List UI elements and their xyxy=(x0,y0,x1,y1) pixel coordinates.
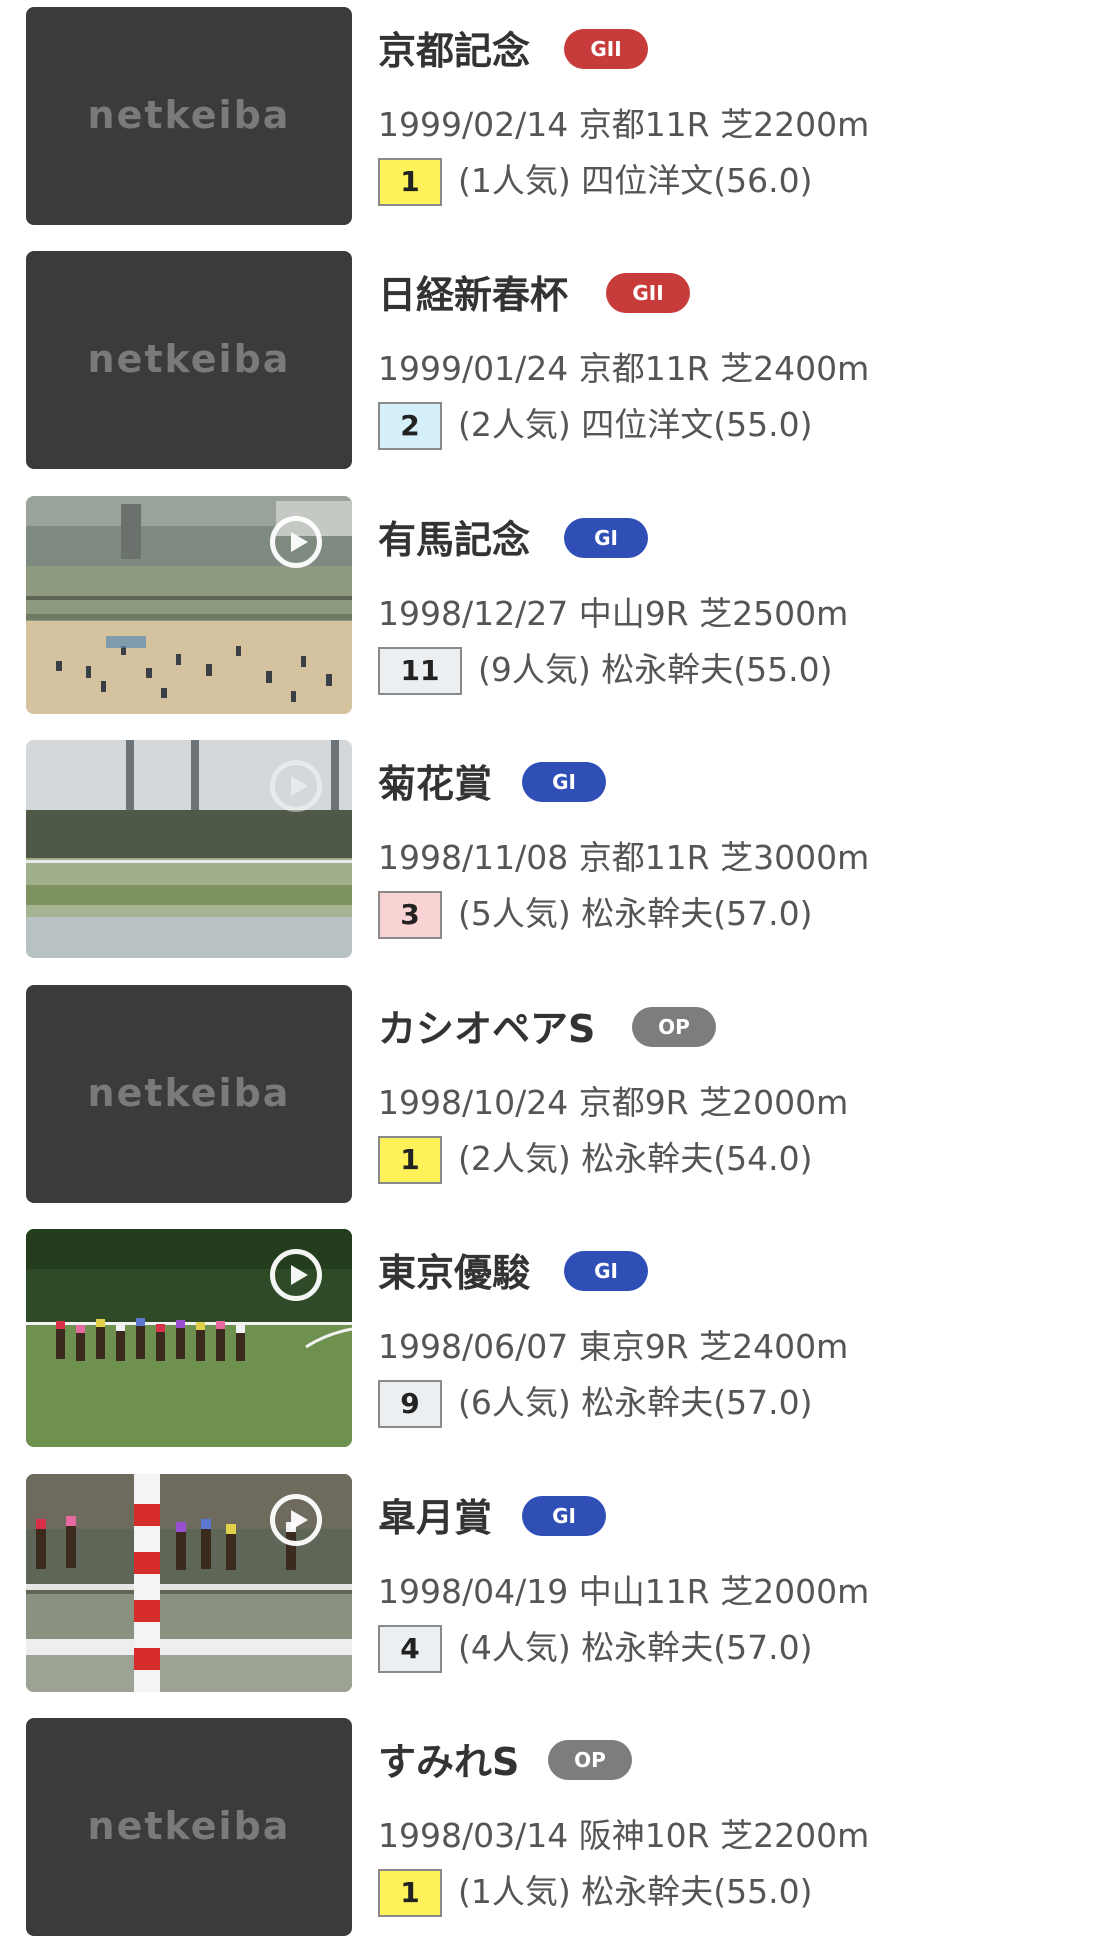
race-list-item[interactable]: 菊花賞 GI 1998/11/08 京都11R 芝3000m 3 (5人気) 松… xyxy=(0,740,1096,960)
grade-badge: GII xyxy=(606,273,690,313)
grade-badge: OP xyxy=(632,1007,716,1047)
race-history-list: netkeiba 京都記念 GII 1999/02/14 京都11R 芝2200… xyxy=(0,0,1096,1948)
race-name[interactable]: すみれS xyxy=(378,1738,519,1786)
race-thumbnail[interactable]: netkeiba xyxy=(26,1718,352,1936)
race-date-course: 1998/10/24 京都9R 芝2000m xyxy=(378,1083,849,1122)
grade-badge: GII xyxy=(564,29,648,69)
play-icon[interactable] xyxy=(270,1249,322,1301)
grade-badge: GI xyxy=(522,1496,606,1536)
race-date-course: 1998/12/27 中山9R 芝2500m xyxy=(378,594,849,633)
race-list-item[interactable]: netkeiba 日経新春杯 GII 1999/01/24 京都11R 芝240… xyxy=(0,251,1096,471)
grade-badge: GI xyxy=(522,762,606,802)
popularity-jockey-weight: (9人気) 松永幹夫(55.0) xyxy=(478,650,833,689)
netkeiba-logo: netkeiba xyxy=(87,93,291,137)
finish-position: 1 xyxy=(378,1136,442,1184)
play-icon[interactable] xyxy=(270,1494,322,1546)
netkeiba-logo: netkeiba xyxy=(87,337,291,381)
popularity-jockey-weight: (2人気) 松永幹夫(54.0) xyxy=(458,1139,813,1178)
race-date-course: 1998/06/07 東京9R 芝2400m xyxy=(378,1327,849,1366)
grade-badge: GI xyxy=(564,518,648,558)
race-date-course: 1999/02/14 京都11R 芝2200m xyxy=(378,105,870,144)
race-date-course: 1998/03/14 阪神10R 芝2200m xyxy=(378,1816,870,1855)
popularity-jockey-weight: (1人気) 松永幹夫(55.0) xyxy=(458,1872,813,1911)
race-video-thumbnail[interactable] xyxy=(26,1474,352,1692)
race-list-item[interactable]: 皐月賞 GI 1998/04/19 中山11R 芝2000m 4 (4人気) 松… xyxy=(0,1474,1096,1694)
race-name[interactable]: 京都記念 xyxy=(378,27,530,75)
race-name[interactable]: 皐月賞 xyxy=(378,1494,492,1542)
finish-position: 3 xyxy=(378,891,442,939)
race-date-course: 1998/11/08 京都11R 芝3000m xyxy=(378,838,870,877)
popularity-jockey-weight: (5人気) 松永幹夫(57.0) xyxy=(458,894,813,933)
popularity-jockey-weight: (2人気) 四位洋文(55.0) xyxy=(458,405,813,444)
netkeiba-logo: netkeiba xyxy=(87,1804,291,1848)
finish-position: 11 xyxy=(378,647,462,695)
race-thumbnail[interactable]: netkeiba xyxy=(26,7,352,225)
popularity-jockey-weight: (4人気) 松永幹夫(57.0) xyxy=(458,1628,813,1667)
race-list-item[interactable]: 東京優駿 GI 1998/06/07 東京9R 芝2400m 9 (6人気) 松… xyxy=(0,1229,1096,1449)
race-list-item[interactable]: netkeiba 京都記念 GII 1999/02/14 京都11R 芝2200… xyxy=(0,7,1096,227)
finish-position: 1 xyxy=(378,158,442,206)
race-list-item[interactable]: netkeiba すみれS OP 1998/03/14 阪神10R 芝2200m… xyxy=(0,1718,1096,1938)
race-video-thumbnail[interactable] xyxy=(26,1229,352,1447)
finish-position: 2 xyxy=(378,402,442,450)
netkeiba-logo: netkeiba xyxy=(87,1071,291,1115)
race-name[interactable]: 東京優駿 xyxy=(378,1249,530,1297)
race-name[interactable]: 菊花賞 xyxy=(378,760,492,808)
race-name[interactable]: 日経新春杯 xyxy=(378,271,568,319)
race-date-course: 1999/01/24 京都11R 芝2400m xyxy=(378,349,870,388)
race-thumbnail[interactable]: netkeiba xyxy=(26,985,352,1203)
finish-position: 1 xyxy=(378,1869,442,1917)
race-name[interactable]: 有馬記念 xyxy=(378,516,530,564)
race-date-course: 1998/04/19 中山11R 芝2000m xyxy=(378,1572,870,1611)
popularity-jockey-weight: (1人気) 四位洋文(56.0) xyxy=(458,161,813,200)
race-thumbnail[interactable]: netkeiba xyxy=(26,251,352,469)
race-video-thumbnail[interactable] xyxy=(26,496,352,714)
play-icon[interactable] xyxy=(270,516,322,568)
race-list-item[interactable]: 有馬記念 GI 1998/12/27 中山9R 芝2500m 11 (9人気) … xyxy=(0,496,1096,716)
finish-position: 9 xyxy=(378,1380,442,1428)
finish-position: 4 xyxy=(378,1625,442,1673)
grade-badge: OP xyxy=(548,1740,632,1780)
grade-badge: GI xyxy=(564,1251,648,1291)
popularity-jockey-weight: (6人気) 松永幹夫(57.0) xyxy=(458,1383,813,1422)
race-list-item[interactable]: netkeiba カシオペアS OP 1998/10/24 京都9R 芝2000… xyxy=(0,985,1096,1205)
play-icon[interactable] xyxy=(270,760,322,812)
race-video-thumbnail[interactable] xyxy=(26,740,352,958)
race-name[interactable]: カシオペアS xyxy=(378,1005,595,1053)
